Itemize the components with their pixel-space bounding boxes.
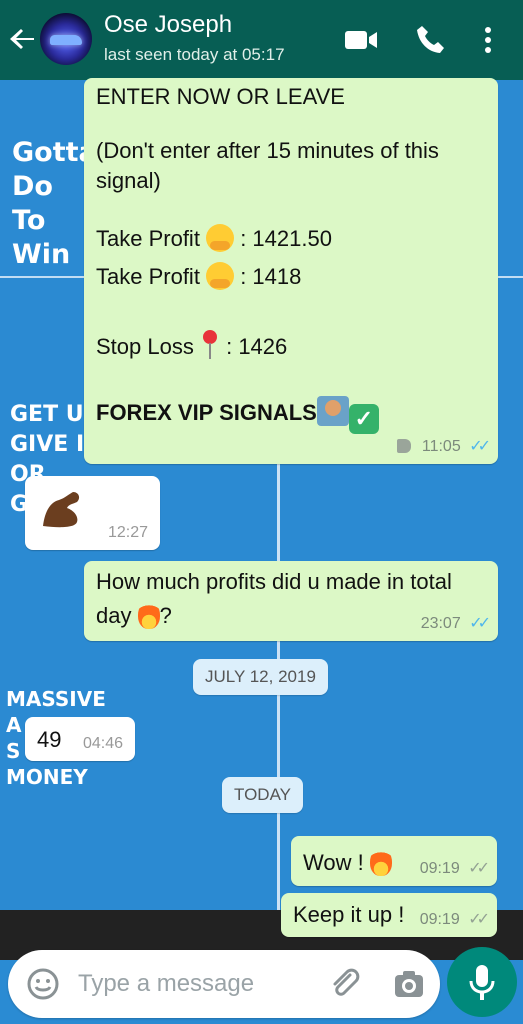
chat-header: Ose Joseph last seen today at 05:17 — [0, 0, 523, 80]
message-meta: 11:05 ✓✓ — [397, 436, 491, 456]
message-meta: 09:19 ✓✓ — [419, 858, 490, 878]
take-profit-line: Take Profit : 1418 — [96, 262, 302, 290]
flexed-biceps-icon — [43, 492, 80, 528]
stop-loss-line: Stop Loss : 1426 — [96, 330, 287, 360]
avatar[interactable] — [40, 13, 92, 65]
message-text: 49 — [37, 727, 62, 752]
message-text: How much profits did u made in total — [96, 569, 452, 594]
more-vert-icon[interactable] — [476, 22, 500, 58]
delivered-ticks-icon: ✓✓ — [468, 911, 490, 928]
arrow-left-icon[interactable] — [8, 24, 38, 54]
message-meta: 09:19 ✓✓ — [419, 909, 490, 929]
message-time: 23:07 — [420, 615, 461, 632]
last-seen-status: last seen today at 05:17 — [104, 45, 285, 64]
attach-icon[interactable] — [328, 967, 362, 1001]
message-text: Wow ! — [303, 848, 392, 876]
signature-line: FOREX VIP SIGNALS ✓ — [96, 396, 379, 434]
phone-icon[interactable] — [413, 22, 449, 58]
date-separator: JULY 12, 2019 — [193, 659, 328, 695]
hugging-face-icon — [206, 224, 235, 252]
mic-button[interactable] — [447, 947, 517, 1017]
check-mark-icon: ✓ — [348, 404, 379, 434]
take-profit-line: Take Profit : 1421.50 — [96, 224, 332, 252]
emoji-icon[interactable] — [26, 967, 60, 1001]
outgoing-message[interactable]: How much profits did u made in total day… — [84, 561, 498, 641]
mic-icon — [469, 965, 495, 1000]
outgoing-message[interactable]: Keep it up ! 09:19 ✓✓ — [281, 893, 497, 937]
message-text: ENTER NOW OR LEAVE — [96, 84, 345, 109]
message-time: 09:19 — [419, 911, 460, 928]
outgoing-message[interactable]: Wow ! 09:19 ✓✓ — [291, 836, 497, 886]
incoming-message[interactable]: 49 04:46 — [25, 717, 135, 761]
message-text: day ? — [96, 601, 172, 629]
delivered-ticks-icon: ✓✓ — [468, 860, 490, 877]
message-time: 11:05 — [421, 438, 461, 455]
message-time: 12:27 — [107, 524, 148, 541]
round-pushpin-icon — [200, 330, 220, 360]
hugging-face-icon — [206, 262, 235, 290]
message-meta: 23:07 ✓✓ — [420, 613, 491, 633]
read-ticks-icon: ✓✓ — [469, 615, 491, 632]
message-time: 04:46 — [82, 735, 123, 752]
outgoing-message[interactable]: ENTER NOW OR LEAVE (Don't enter after 15… — [84, 78, 498, 464]
message-text: (Don't enter after 15 minutes of this si… — [96, 138, 439, 193]
incoming-message[interactable]: 12:27 — [25, 476, 160, 550]
speaker-icon — [397, 439, 412, 453]
date-separator: TODAY — [222, 777, 303, 813]
fire-icon — [369, 848, 392, 876]
message-composer[interactable]: Type a message — [8, 950, 440, 1018]
message-text: Keep it up ! — [293, 902, 405, 927]
teacher-emoji-icon — [316, 396, 349, 426]
video-call-icon[interactable] — [343, 22, 379, 58]
fire-icon — [137, 601, 160, 629]
read-ticks-icon: ✓✓ — [469, 438, 491, 455]
message-input[interactable]: Type a message — [78, 970, 254, 998]
contact-name[interactable]: Ose Joseph — [104, 11, 232, 39]
camera-icon[interactable] — [392, 967, 426, 1001]
message-time: 09:19 — [419, 860, 460, 877]
